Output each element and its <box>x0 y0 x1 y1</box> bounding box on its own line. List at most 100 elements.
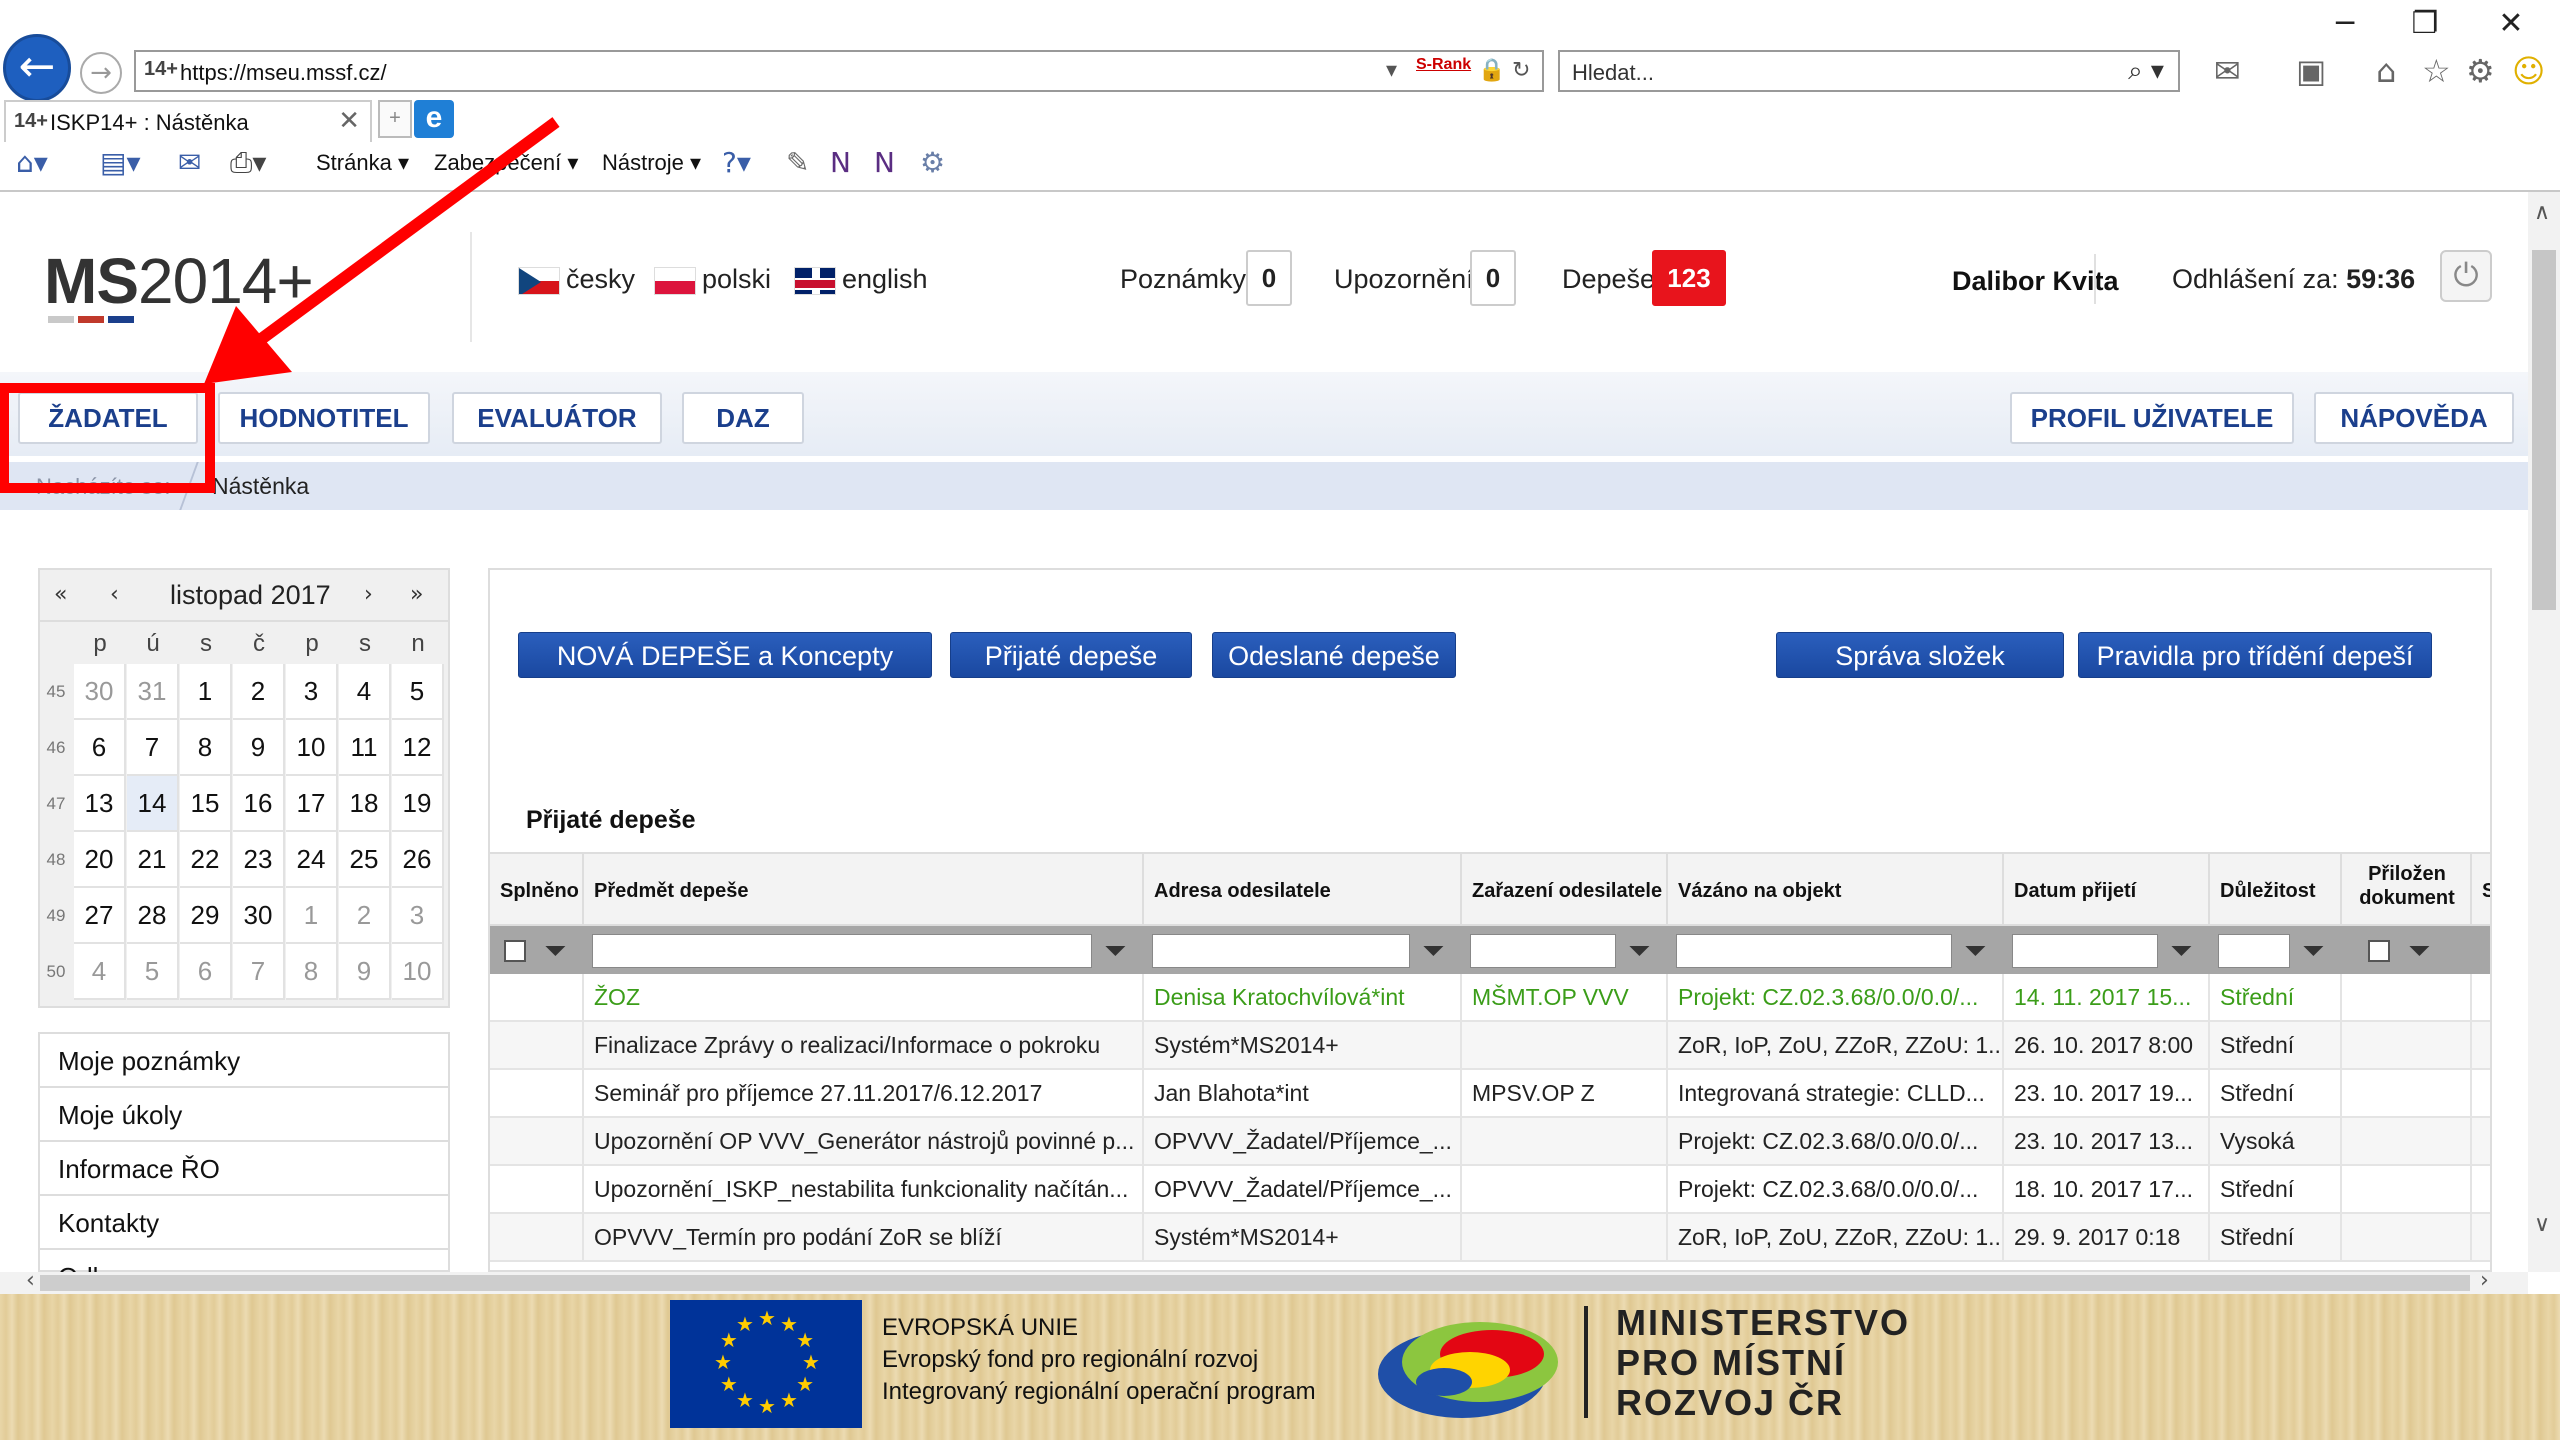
onenote-icon[interactable]: N <box>830 146 851 179</box>
calendar-day[interactable]: 2 <box>233 664 285 720</box>
calendar-day[interactable]: 16 <box>233 776 285 832</box>
filter-funnel-icon[interactable]: ⏷ <box>1104 934 1126 968</box>
side-menu-kontakty[interactable]: Kontakty <box>40 1196 448 1250</box>
filter-funnel-icon[interactable]: ⏷ <box>1422 934 1444 968</box>
filter-funnel-icon[interactable]: ⏷ <box>1628 934 1650 968</box>
odeslane-depese-button[interactable]: Odeslané depeše <box>1212 632 1456 678</box>
breadcrumb-current[interactable]: Nástěnka <box>212 473 309 500</box>
side-menu-informace-ro[interactable]: Informace ŘO <box>40 1142 448 1196</box>
filter-funnel-icon[interactable]: ⏷ <box>544 934 566 968</box>
calendar-day[interactable]: 8 <box>286 944 338 1000</box>
column-header[interactable]: Důležitost <box>2210 852 2342 926</box>
favorites-star-icon[interactable]: ☆ <box>2422 52 2451 90</box>
calendar-day[interactable]: 31 <box>127 664 179 720</box>
url-text[interactable]: https://mseu.mssf.cz/ <box>180 60 387 86</box>
column-header[interactable]: Vázáno na objekt <box>1668 852 2004 926</box>
menu-nastroje[interactable]: Nástroje ▾ <box>602 150 701 176</box>
calendar-day[interactable]: 3 <box>286 664 338 720</box>
ie-logo-icon[interactable]: e <box>414 100 454 138</box>
tools-gear-icon[interactable]: ⚙ <box>920 146 945 179</box>
next-month-icon[interactable]: › <box>364 582 373 607</box>
calendar-day[interactable]: 28 <box>127 888 179 944</box>
home-icon[interactable]: ⌂ <box>2376 52 2396 90</box>
filter-funnel-icon[interactable]: ⏷ <box>2408 934 2430 968</box>
nav-daz[interactable]: DAZ <box>682 392 804 444</box>
nav-hodnotitel[interactable]: HODNOTITEL <box>218 392 430 444</box>
nav-zadatel[interactable]: ŽADATEL <box>18 392 198 444</box>
nav-profil-uzivatele[interactable]: PROFIL UŽIVATELE <box>2010 392 2294 444</box>
nova-depese-button[interactable]: NOVÁ DEPEŠE a Koncepty <box>518 632 932 678</box>
browser-search-box[interactable]: Hledat... ⌕ ▾ <box>1558 50 2180 92</box>
tab-close-icon[interactable]: ✕ <box>338 106 360 136</box>
calendar-day[interactable]: 8 <box>180 720 232 776</box>
calendar-day[interactable]: 5 <box>127 944 179 1000</box>
column-header[interactable]: Zařazení odesilatele <box>1462 852 1668 926</box>
lock-icon[interactable]: 🔒 <box>1478 58 1505 83</box>
column-header[interactable]: Splněno <box>490 852 584 926</box>
filter-checkbox[interactable] <box>2368 940 2390 962</box>
address-bar[interactable]: 14+ https://mseu.mssf.cz/ ▾ S-Rank 🔒 ↻ <box>134 50 1544 92</box>
search-icon[interactable]: ⌕ ▾ <box>2128 56 2164 87</box>
column-header[interactable]: S... <box>2472 852 2490 926</box>
table-row[interactable]: Upozornění_ISKP_nestabilita funkcionalit… <box>490 1166 2490 1214</box>
calendar-day[interactable]: 19 <box>392 776 444 832</box>
column-header[interactable]: Přiložen dokument <box>2342 852 2472 926</box>
calendar-day[interactable]: 2 <box>339 888 391 944</box>
calendar-day[interactable]: 17 <box>286 776 338 832</box>
calendar-day[interactable]: 10 <box>392 944 444 1000</box>
filter-input[interactable] <box>592 934 1092 968</box>
table-row[interactable]: Finalizace Zprávy o realizaci/Informace … <box>490 1022 2490 1070</box>
pravidla-trideni-button[interactable]: Pravidla pro třídění depeší <box>2078 632 2432 678</box>
side-menu-moje-poznamky[interactable]: Moje poznámky <box>40 1034 448 1088</box>
smiley-icon[interactable]: ☺ <box>2512 52 2545 90</box>
dropdown-icon[interactable]: ▾ <box>1386 58 1397 83</box>
calendar-day[interactable]: 11 <box>339 720 391 776</box>
lang-polski[interactable]: polski <box>654 264 771 295</box>
calendar-day[interactable]: 25 <box>339 832 391 888</box>
calendar-day[interactable]: 14 <box>127 776 179 832</box>
nav-napoveda[interactable]: NÁPOVĚDA <box>2314 392 2514 444</box>
calendar-month[interactable]: listopad 2017 <box>170 580 331 611</box>
calendar-day[interactable]: 5 <box>392 664 444 720</box>
filter-input[interactable] <box>1152 934 1410 968</box>
logout-power-button[interactable]: ⏻ <box>2440 250 2492 302</box>
filter-input[interactable] <box>1470 934 1616 968</box>
side-menu-moje-ukoly[interactable]: Moje úkoly <box>40 1088 448 1142</box>
prev-month-icon[interactable]: ‹ <box>110 582 119 607</box>
feeds-icon[interactable]: ▤▾ <box>100 146 141 179</box>
calendar-day[interactable]: 6 <box>74 720 126 776</box>
calendar-day[interactable]: 26 <box>392 832 444 888</box>
calendar-day[interactable]: 21 <box>127 832 179 888</box>
calendar-day[interactable]: 6 <box>180 944 232 1000</box>
minimize-icon[interactable]: ─ <box>2320 6 2370 44</box>
calendar-day[interactable]: 13 <box>74 776 126 832</box>
srank-link[interactable]: S-Rank <box>1416 56 1471 74</box>
calendar-day[interactable]: 10 <box>286 720 338 776</box>
ms2014-logo[interactable]: MS2014+ <box>44 244 314 318</box>
filter-input[interactable] <box>2218 934 2290 968</box>
filter-input[interactable] <box>1676 934 1952 968</box>
scroll-up-icon[interactable]: ∧ <box>2534 200 2550 225</box>
calendar-day[interactable]: 1 <box>286 888 338 944</box>
calendar-day[interactable]: 7 <box>127 720 179 776</box>
calendar-day[interactable]: 9 <box>339 944 391 1000</box>
restore-icon[interactable]: ❐ <box>2400 6 2450 44</box>
nav-evaluator[interactable]: EVALUÁTOR <box>452 392 662 444</box>
calendar-day[interactable]: 20 <box>74 832 126 888</box>
calendar-day[interactable]: 30 <box>233 888 285 944</box>
column-header[interactable]: Adresa odesilatele <box>1144 852 1462 926</box>
back-button[interactable]: ← <box>3 34 71 102</box>
calendar-day[interactable]: 7 <box>233 944 285 1000</box>
forward-button[interactable]: → <box>80 52 122 94</box>
lang-cesky[interactable]: česky <box>518 264 635 295</box>
close-window-icon[interactable]: ✕ <box>2486 6 2536 44</box>
scroll-down-icon[interactable]: ∨ <box>2534 1212 2550 1237</box>
research-icon[interactable]: ✎ <box>786 146 809 179</box>
upozorneni-label[interactable]: Upozornění <box>1334 264 1474 295</box>
calendar-day[interactable]: 15 <box>180 776 232 832</box>
filter-checkbox[interactable] <box>504 940 526 962</box>
column-header[interactable]: Předmět depeše <box>584 852 1144 926</box>
menu-stranka[interactable]: Stránka ▾ <box>316 150 409 176</box>
depese-count-badge[interactable]: 123 <box>1652 250 1726 306</box>
filter-input[interactable] <box>2012 934 2158 968</box>
